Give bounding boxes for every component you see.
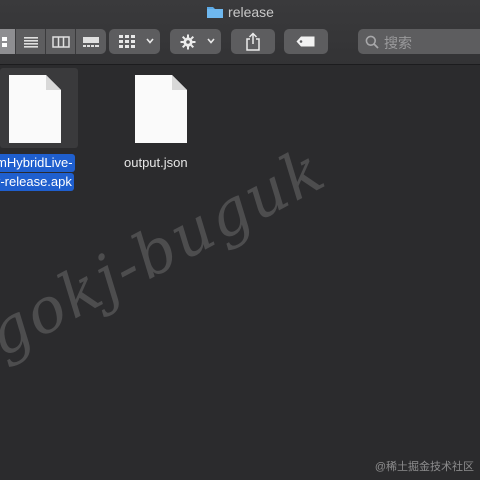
list-view-icon — [23, 36, 38, 48]
search-placeholder: 搜索 — [384, 35, 412, 51]
group-by-button[interactable] — [109, 29, 160, 54]
chevron-down-icon — [207, 38, 215, 44]
action-menu-button[interactable] — [170, 29, 221, 54]
apk-file-name-line2[interactable]: r-release.apk — [0, 173, 74, 191]
gallery-view-button[interactable] — [76, 29, 106, 54]
search-icon — [365, 35, 379, 49]
gallery-view-icon — [83, 36, 99, 47]
finder-window: release 搜索 mHybridLive- r-release.apk ou… — [0, 0, 480, 480]
tag-icon — [296, 36, 315, 47]
icon-view-button[interactable] — [0, 29, 16, 54]
gear-icon — [180, 34, 196, 50]
apk-file-name-line1[interactable]: mHybridLive- — [0, 154, 75, 172]
window-title: release — [0, 4, 480, 20]
window-title-text: release — [228, 4, 274, 20]
share-button[interactable] — [231, 29, 275, 54]
chevron-down-icon — [146, 38, 154, 44]
view-mode-control[interactable] — [0, 29, 106, 54]
json-file-name[interactable]: output.json — [124, 155, 188, 170]
icon-view-icon — [1, 36, 7, 47]
site-watermark: @稀土掘金技术社区 — [374, 461, 474, 473]
tags-button[interactable] — [284, 29, 328, 54]
share-icon — [246, 32, 260, 51]
list-view-button[interactable] — [16, 29, 46, 54]
json-file-icon[interactable] — [134, 74, 188, 144]
grid-group-icon — [119, 35, 135, 48]
column-view-icon — [51, 35, 70, 48]
folder-icon — [207, 7, 224, 18]
column-view-button[interactable] — [46, 29, 76, 54]
apk-file-icon[interactable] — [8, 74, 62, 144]
search-field[interactable]: 搜索 — [358, 29, 480, 54]
toolbar: release 搜索 — [0, 0, 480, 65]
